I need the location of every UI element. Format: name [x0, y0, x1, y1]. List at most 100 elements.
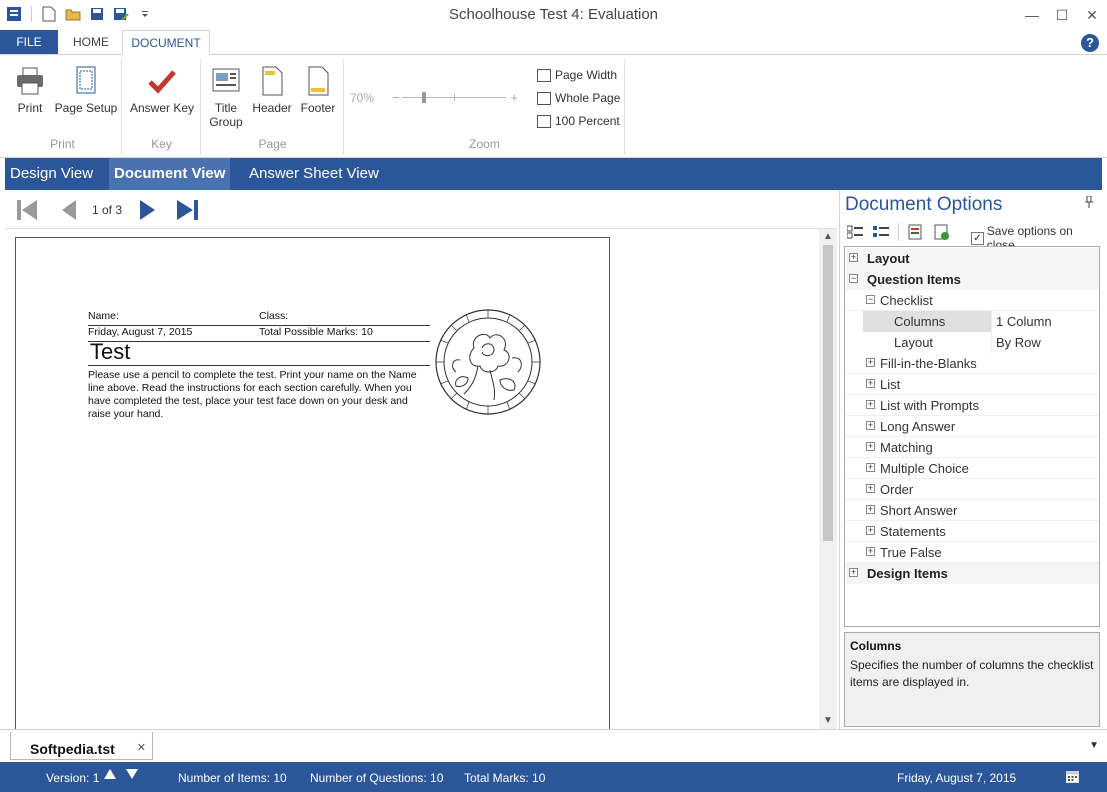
toolbar-separator: [898, 223, 899, 241]
property-value[interactable]: By Row: [991, 332, 1099, 353]
footer-icon: [308, 66, 329, 96]
tree-item-checklist[interactable]: − Checklist: [846, 290, 1099, 311]
status-bar: Version: 1 Number of Items: 10 Number of…: [0, 762, 1107, 792]
tab-document[interactable]: DOCUMENT: [122, 30, 210, 55]
close-button[interactable]: ✕: [1077, 0, 1107, 30]
title-group-icon: [212, 68, 240, 92]
property-layout[interactable]: Layout By Row: [846, 332, 1099, 353]
tree-item-multiple-choice[interactable]: + Multiple Choice: [846, 458, 1099, 479]
property-value[interactable]: 1 Column: [991, 311, 1099, 332]
first-page-button[interactable]: [14, 197, 40, 223]
scroll-thumb[interactable]: [823, 245, 833, 541]
page-width-icon: [537, 68, 551, 82]
expand-icon[interactable]: +: [866, 400, 875, 409]
expand-icon[interactable]: +: [866, 463, 875, 472]
tab-home[interactable]: HOME: [64, 30, 118, 55]
tree-item-list[interactable]: + List: [846, 374, 1099, 395]
window-title: Schoolhouse Test 4: Evaluation: [448, 6, 659, 23]
status-items: Number of Items: 10: [178, 771, 287, 785]
tab-design-view[interactable]: Design View: [5, 158, 98, 190]
minimize-button[interactable]: —: [1017, 0, 1047, 30]
version-down-icon[interactable]: [126, 769, 138, 779]
expand-icon[interactable]: +: [849, 253, 858, 262]
tree-item-statements[interactable]: + Statements: [846, 521, 1099, 542]
expand-icon[interactable]: +: [866, 421, 875, 430]
previous-page-button[interactable]: [57, 197, 83, 223]
title-bar: Schoolhouse Test 4: Evaluation — ☐ ✕: [0, 0, 1107, 30]
tree-category-question-items[interactable]: − Question Items: [846, 269, 1099, 290]
tree-item-matching[interactable]: + Matching: [846, 437, 1099, 458]
collapse-icon[interactable]: −: [849, 274, 858, 283]
print-button[interactable]: Print: [12, 65, 48, 115]
zoom-percent: 70%: [350, 91, 375, 105]
save-options-icon[interactable]: [933, 224, 951, 240]
property-columns[interactable]: Columns 1 Column: [846, 311, 1099, 332]
title-group-button[interactable]: Title Group: [206, 65, 246, 129]
expand-icon[interactable]: +: [866, 526, 875, 535]
tree-label: List: [880, 377, 901, 392]
zoom-out-button[interactable]: −: [392, 90, 400, 105]
tree-label: Question Items: [867, 272, 961, 287]
hundred-percent-button[interactable]: 100 Percent: [537, 112, 620, 130]
header-icon: [262, 66, 283, 96]
tree-item-long-answer[interactable]: + Long Answer: [846, 416, 1099, 437]
tab-answer-sheet-view[interactable]: Answer Sheet View: [244, 158, 384, 190]
tab-list-dropdown-icon[interactable]: ▼: [1089, 740, 1099, 751]
next-page-icon: [140, 200, 155, 220]
print-group-label: Print: [50, 137, 75, 151]
zoom-in-button[interactable]: +: [510, 90, 518, 105]
title-group-label-1: Title: [214, 101, 238, 115]
title-rule: [88, 365, 430, 366]
tree-item-true-false[interactable]: + True False: [846, 542, 1099, 563]
zoom-slider[interactable]: − +: [392, 90, 518, 105]
footer-button[interactable]: Footer: [298, 65, 338, 115]
header-button[interactable]: Header: [250, 65, 294, 115]
tree-item-order[interactable]: + Order: [846, 479, 1099, 500]
categorized-icon[interactable]: [846, 224, 864, 240]
test-date: Friday, August 7, 2015: [88, 326, 193, 338]
expand-icon[interactable]: +: [866, 379, 875, 388]
calendar-icon[interactable]: [1066, 770, 1079, 783]
hundred-percent-icon: [537, 114, 551, 128]
whole-page-icon: [537, 91, 551, 105]
pin-icon[interactable]: [1084, 195, 1094, 211]
tree-category-design-items[interactable]: + Design Items: [846, 563, 1099, 584]
tree-item-list-with-prompts[interactable]: + List with Prompts: [846, 395, 1099, 416]
expand-icon[interactable]: +: [849, 568, 858, 577]
tree-item-short-answer[interactable]: + Short Answer: [846, 500, 1099, 521]
expand-icon[interactable]: +: [866, 547, 875, 556]
expand-icon[interactable]: +: [866, 358, 875, 367]
checkbox-checked-icon[interactable]: ✓: [971, 231, 984, 245]
scroll-down-icon[interactable]: ▼: [819, 713, 837, 729]
next-page-button[interactable]: [134, 197, 160, 223]
page-group-label: Page: [258, 137, 287, 151]
page-width-button[interactable]: Page Width: [537, 66, 617, 84]
version-up-icon[interactable]: [104, 769, 116, 779]
expand-icon[interactable]: +: [866, 442, 875, 451]
help-description: Specifies the number of columns the chec…: [850, 658, 1094, 689]
tree-label: True False: [880, 545, 942, 560]
page-setup-button[interactable]: Page Setup: [54, 65, 118, 115]
page-setup-label: Page Setup: [54, 101, 118, 115]
last-page-button[interactable]: [175, 197, 201, 223]
whole-page-button[interactable]: Whole Page: [537, 89, 620, 107]
help-button[interactable]: ?: [1081, 34, 1099, 52]
close-tab-icon[interactable]: ✕: [137, 741, 146, 754]
load-options-icon[interactable]: [907, 224, 925, 240]
tab-document-view[interactable]: Document View: [109, 158, 231, 190]
answer-key-button[interactable]: Answer Key: [129, 65, 195, 115]
document-tab[interactable]: Softpedia.tst ✕: [10, 732, 153, 760]
alphabetical-icon[interactable]: [872, 224, 890, 240]
expand-icon[interactable]: +: [866, 505, 875, 514]
tree-item-fill-in-the-blanks[interactable]: + Fill-in-the-Blanks: [846, 353, 1099, 374]
expand-icon[interactable]: +: [866, 484, 875, 493]
tree-category-layout[interactable]: + Layout: [846, 248, 1099, 269]
zoom-thumb[interactable]: [422, 92, 426, 103]
collapse-icon[interactable]: −: [866, 295, 875, 304]
document-scrollbar[interactable]: ▲ ▼: [819, 229, 837, 729]
tree-label: Design Items: [867, 566, 948, 581]
maximize-button[interactable]: ☐: [1047, 0, 1077, 30]
tree-label: Matching: [880, 440, 933, 455]
tab-file[interactable]: FILE: [0, 30, 58, 55]
scroll-up-icon[interactable]: ▲: [819, 229, 837, 245]
